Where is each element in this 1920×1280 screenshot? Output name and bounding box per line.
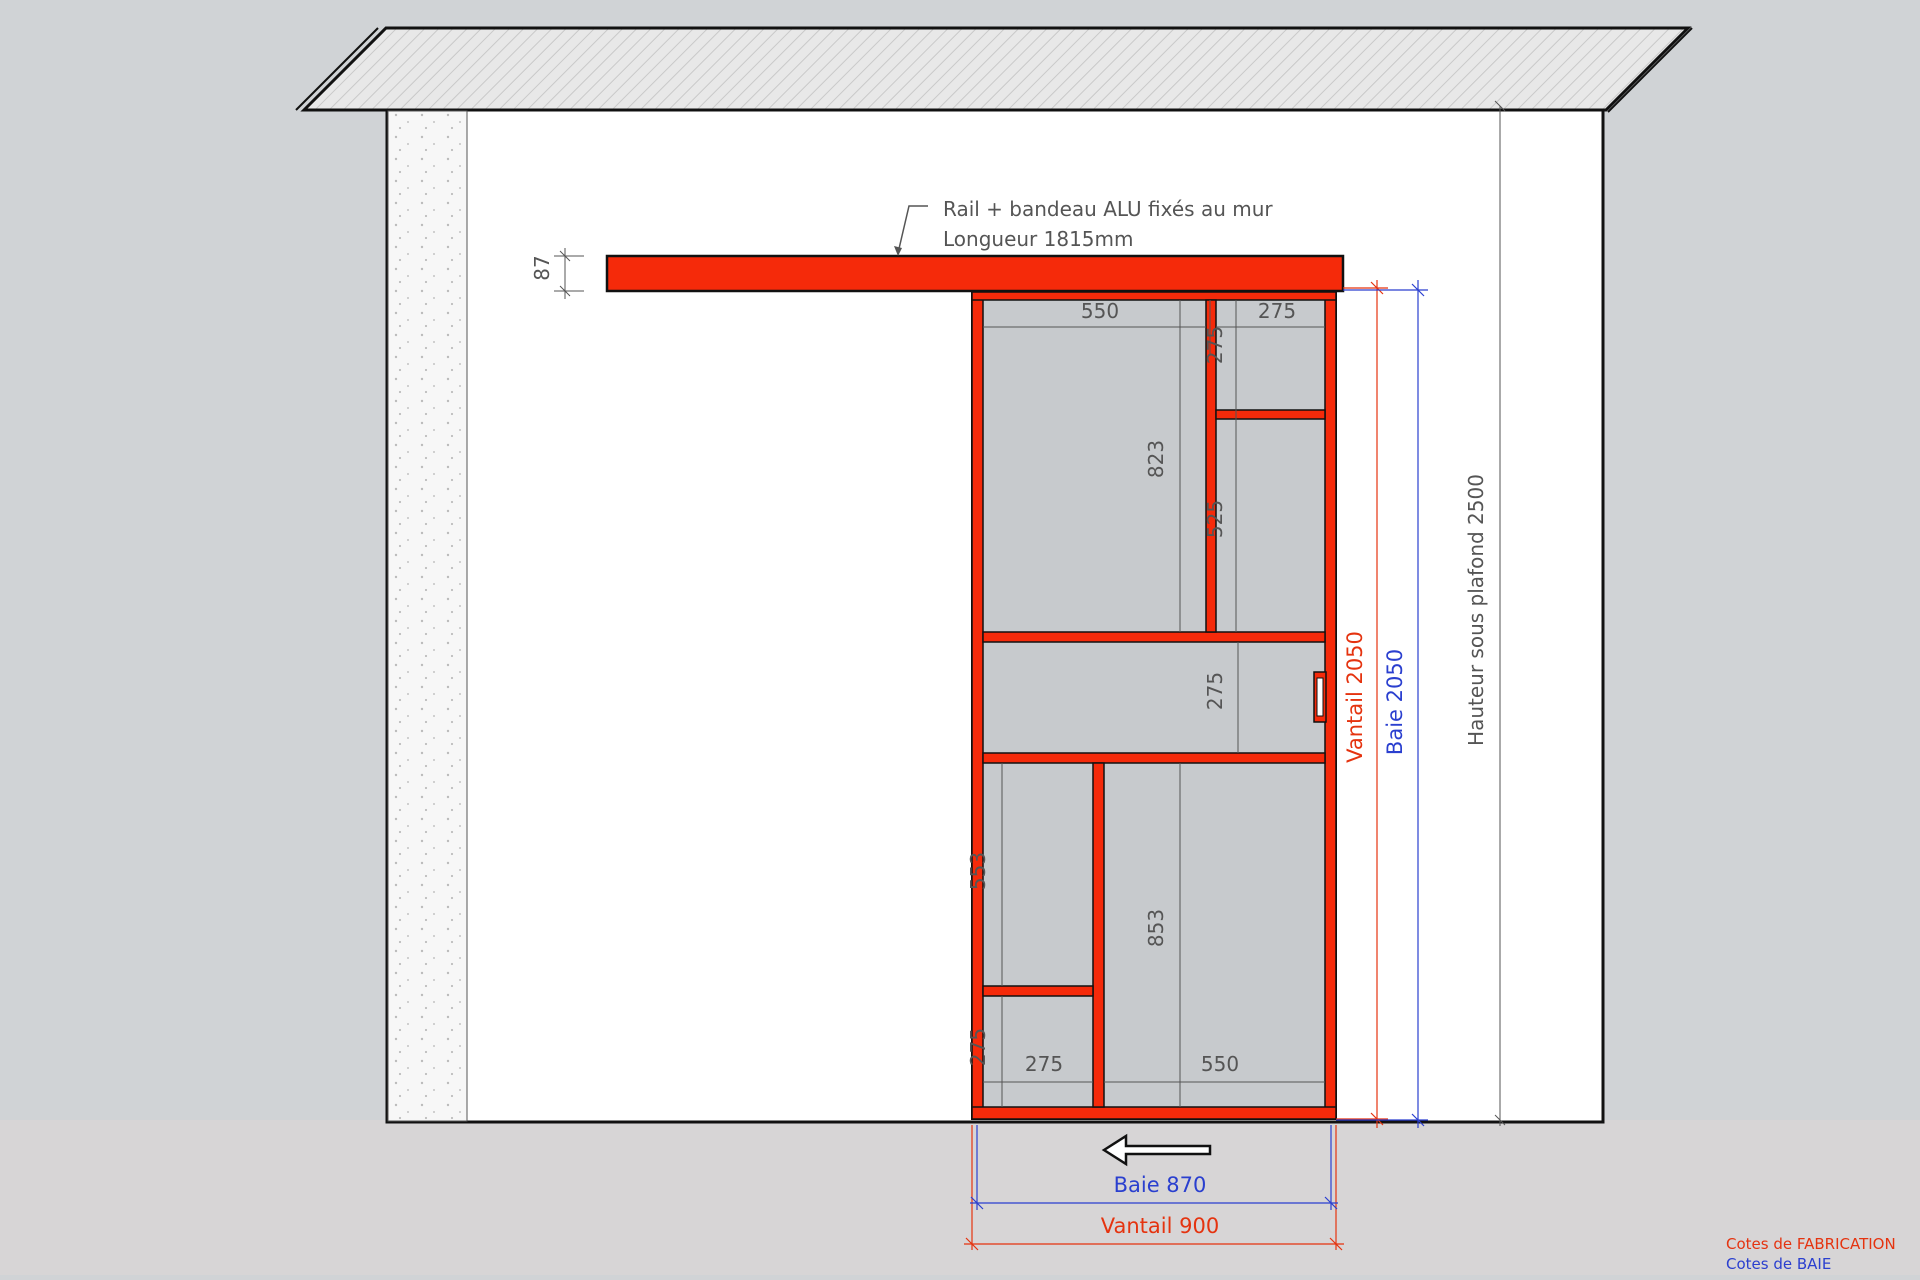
dim-lower-right-height: 853 [1144, 909, 1168, 947]
dim-bottom-right-width: 550 [1201, 1052, 1239, 1076]
dim-middle-band-height: 275 [1203, 672, 1227, 710]
floor [0, 1120, 1920, 1275]
legend-baie: Cotes de BAIE [1726, 1255, 1831, 1273]
dim-upper-left-height: 823 [1144, 440, 1168, 478]
rail-alu [605, 254, 1345, 293]
dim-vantail-height: Vantail 2050 [1343, 631, 1367, 763]
dim-bottom-small-height: 275 [966, 1028, 990, 1066]
door-elevation-drawing: Rail + bandeau ALU fixés au mur Longueur… [0, 26, 1920, 1275]
dim-ceiling-height: Hauteur sous plafond 2500 [1464, 474, 1488, 746]
dim-vantail-width: Vantail 900 [1101, 1214, 1219, 1238]
rail-note-line2: Longueur 1815mm [943, 227, 1134, 251]
dim-top-right-width: 275 [1258, 299, 1296, 323]
dim-baie-height: Baie 2050 [1383, 649, 1407, 755]
rail-note-line1: Rail + bandeau ALU fixés au mur [943, 197, 1273, 221]
legend-fabrication: Cotes de FABRICATION [1726, 1235, 1896, 1253]
dim-bottom-left-width: 275 [1025, 1052, 1063, 1076]
dim-rail-height: 87 [530, 255, 554, 280]
ceiling-slab [300, 26, 1692, 112]
wall-section [387, 110, 468, 1122]
dim-top-left-width: 550 [1081, 299, 1119, 323]
drawing-canvas: Rail + bandeau ALU fixés au mur Longueur… [0, 0, 1920, 1275]
door-leaf [971, 291, 1337, 1120]
dim-baie-width: Baie 870 [1114, 1173, 1207, 1197]
dim-upper-right-height: 525 [1203, 500, 1227, 538]
dim-top-right-small-height: 275 [1203, 326, 1227, 364]
dim-lower-left-height: 553 [966, 852, 990, 890]
